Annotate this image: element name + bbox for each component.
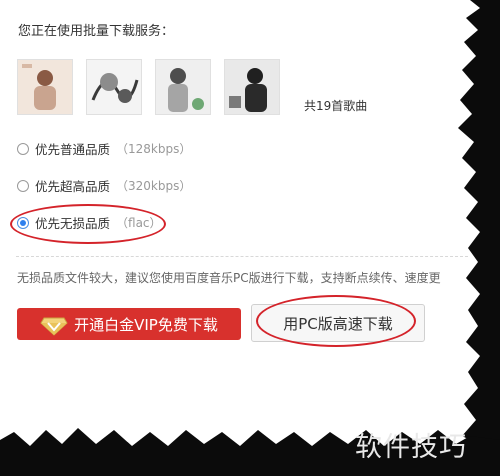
watermark: 软件技巧 [355,432,467,463]
torn-paper-edge [0,0,500,476]
